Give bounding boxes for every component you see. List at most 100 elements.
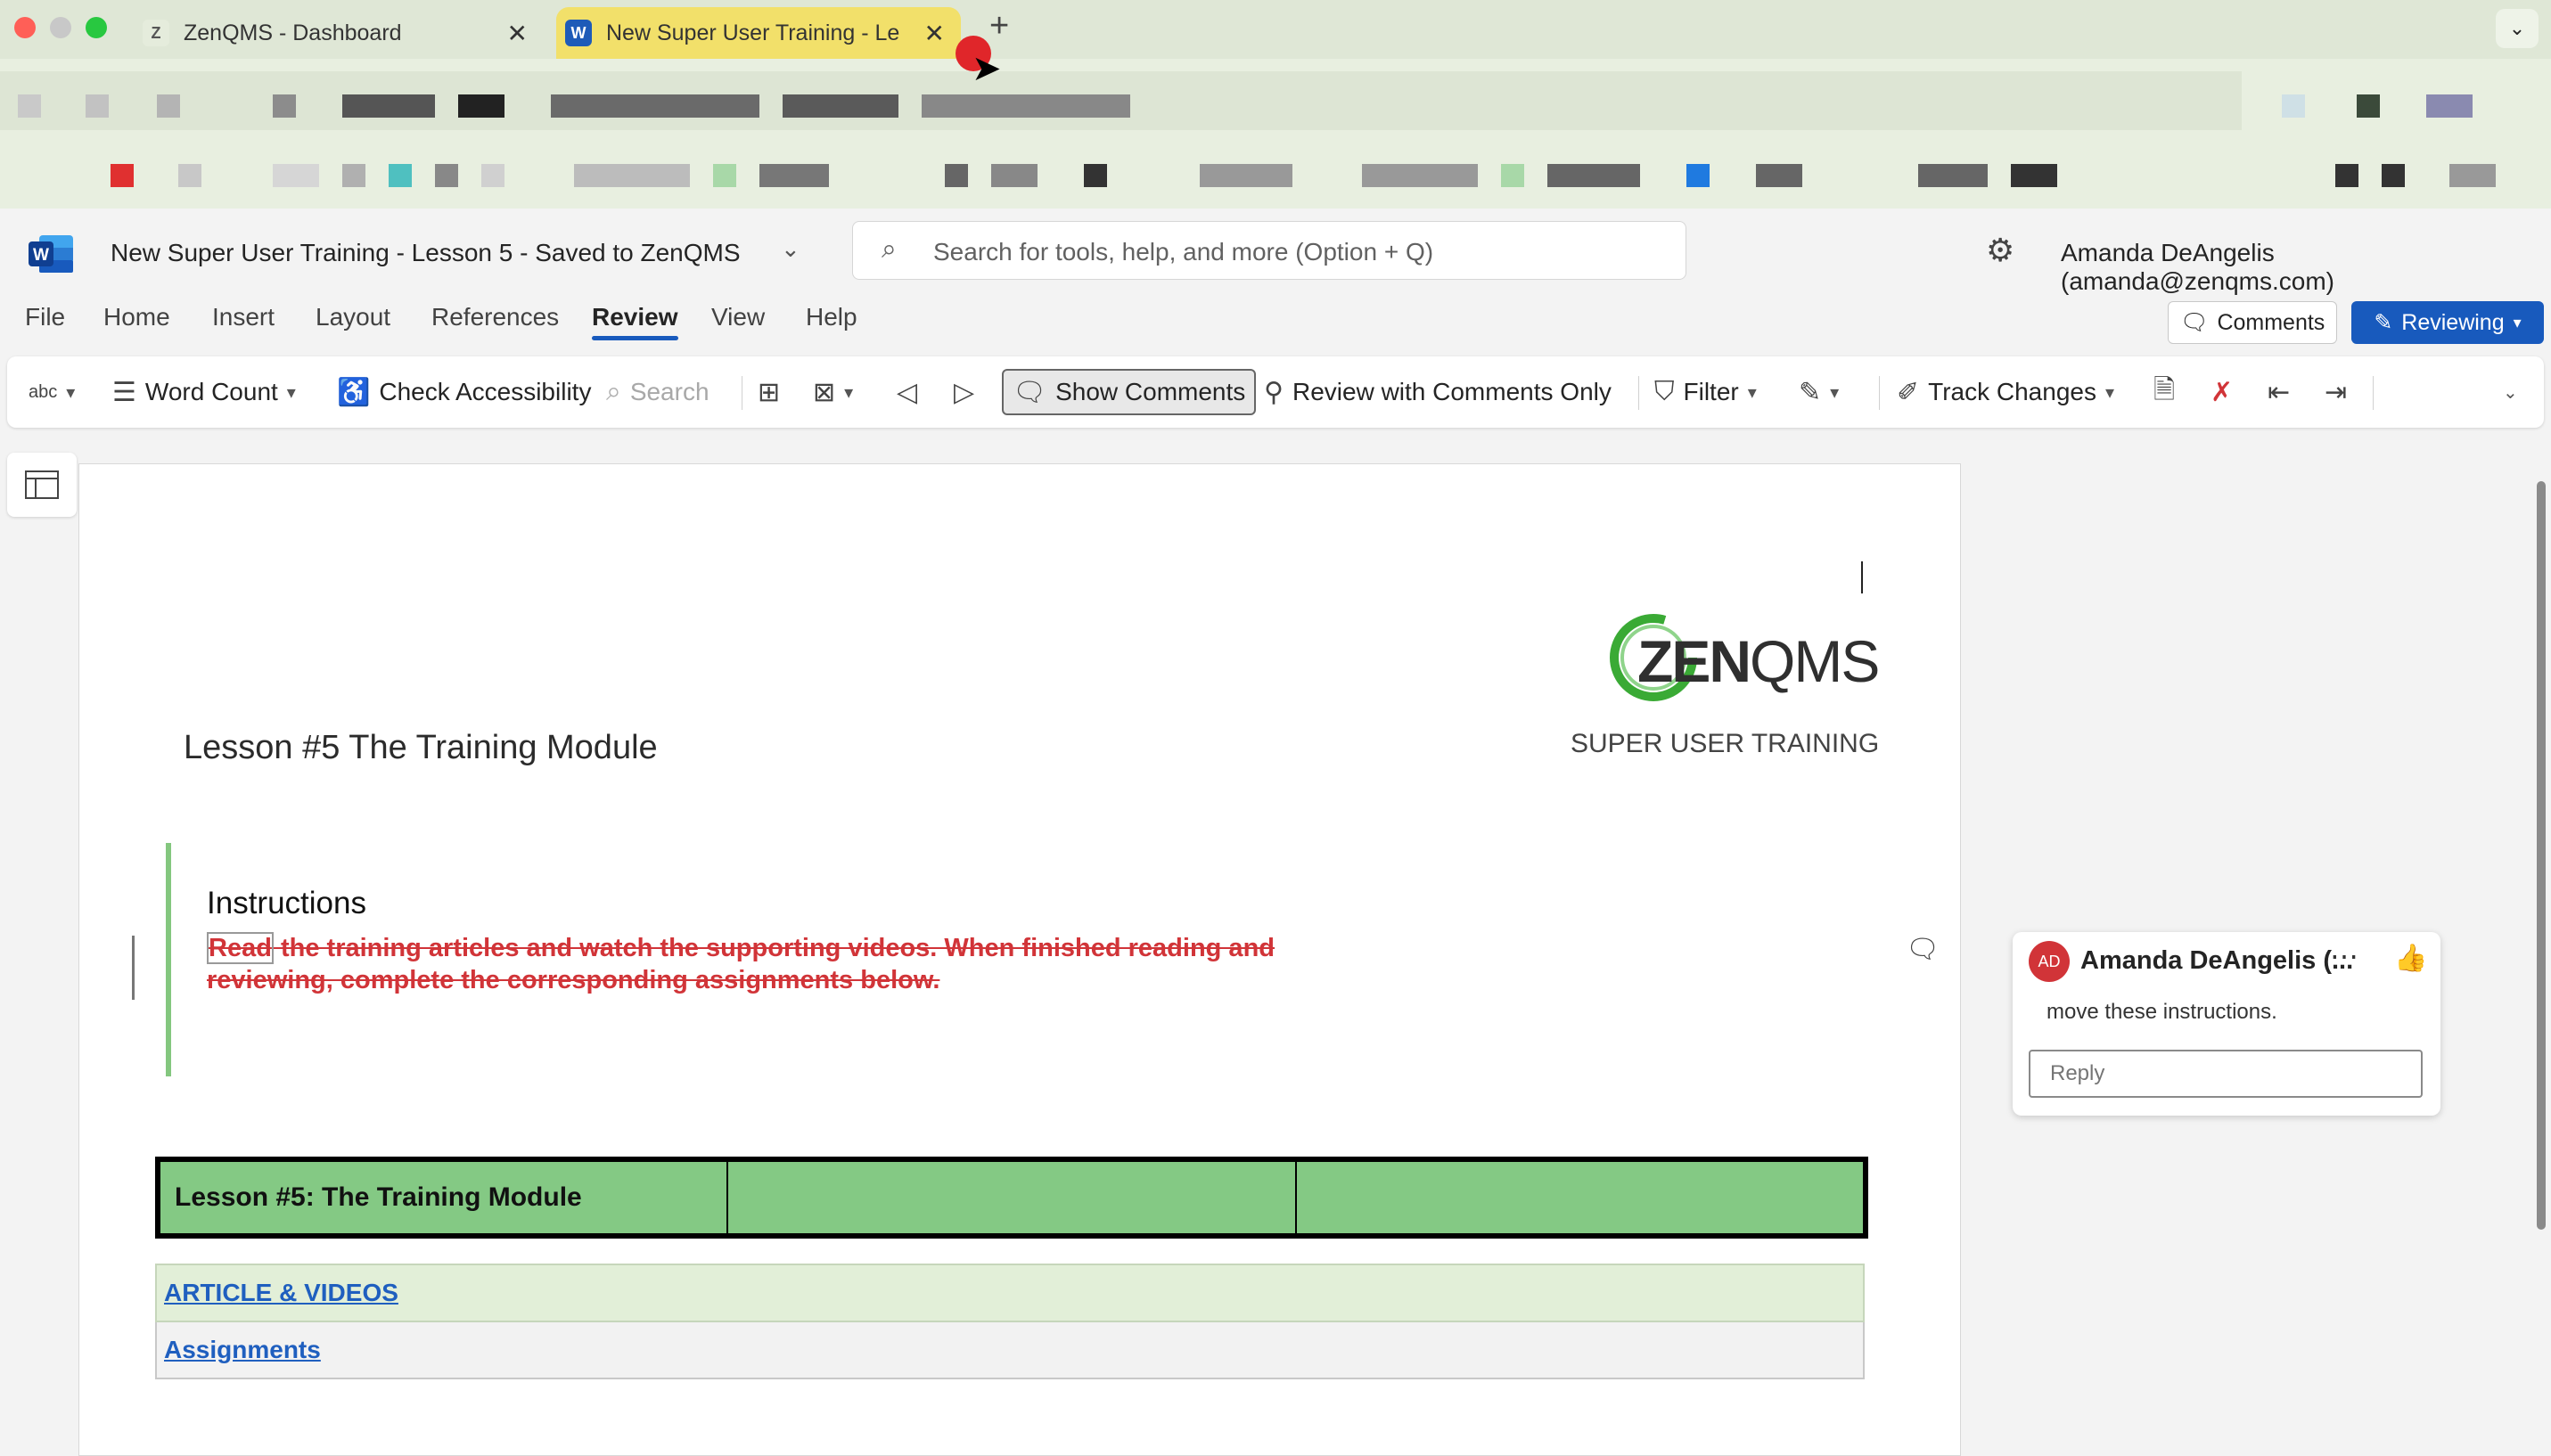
- document-title[interactable]: New Super User Training - Lesson 5 - Sav…: [111, 239, 741, 267]
- gear-icon[interactable]: ⚙: [1986, 232, 2014, 269]
- chevron-down-icon[interactable]: ⌄: [781, 235, 800, 263]
- bookmark-item[interactable]: [1501, 164, 1524, 187]
- bookmark-item[interactable]: [157, 94, 180, 118]
- reply-input[interactable]: [2029, 1050, 2423, 1098]
- bookmark-item[interactable]: [2282, 94, 2305, 118]
- bookmark-item[interactable]: [458, 94, 504, 118]
- bookmark-item[interactable]: [389, 164, 412, 187]
- chevron-down-icon: ▾: [2104, 382, 2115, 403]
- user-account[interactable]: Amanda DeAngelis (amanda@zenqms.com): [2061, 239, 2551, 296]
- delete-comment-button[interactable]: ⊠ ▾: [813, 369, 853, 415]
- next-comment-button[interactable]: ▷: [954, 369, 974, 415]
- minimize-window-button[interactable]: [50, 17, 71, 38]
- new-comment-button[interactable]: ⊞: [758, 369, 780, 415]
- previous-change-button[interactable]: ⇤: [2268, 369, 2290, 415]
- assignments-link[interactable]: Assignments: [164, 1336, 321, 1364]
- bookmark-item[interactable]: [342, 94, 435, 118]
- bookmark-item[interactable]: [1756, 164, 1802, 187]
- close-tab-icon[interactable]: ✕: [507, 19, 528, 48]
- comment-icon[interactable]: 🗨: [1906, 934, 1940, 965]
- like-icon[interactable]: 👍: [2394, 943, 2427, 974]
- bookmark-item[interactable]: [1084, 164, 1107, 187]
- bookmark-item[interactable]: [2335, 164, 2358, 187]
- spelling-button[interactable]: abc ▾: [29, 369, 75, 415]
- table-cell[interactable]: [728, 1162, 1297, 1233]
- bookmark-item[interactable]: [945, 164, 968, 187]
- tab-file[interactable]: File: [25, 303, 65, 331]
- chevron-down-icon: ▾: [1830, 382, 1840, 403]
- bookmark-item[interactable]: [342, 164, 365, 187]
- tab-help[interactable]: Help: [806, 303, 857, 331]
- show-comments-button[interactable]: 🗨 Show Comments: [1002, 369, 1257, 415]
- bookmark-item[interactable]: [2449, 164, 2496, 187]
- more-options-icon[interactable]: ⋯: [2330, 939, 2358, 973]
- tab-references[interactable]: References: [431, 303, 559, 331]
- previous-comment-button[interactable]: ◁: [897, 369, 917, 415]
- commented-word[interactable]: Read: [207, 932, 274, 964]
- reject-change-button[interactable]: ✗: [2211, 369, 2233, 415]
- bookmark-item[interactable]: [2011, 164, 2057, 187]
- bookmark-item[interactable]: [2382, 164, 2405, 187]
- accessibility-icon: ♿: [337, 377, 371, 407]
- next-change-button[interactable]: ⇥: [2325, 369, 2347, 415]
- comments-button[interactable]: 🗨 Comments: [2168, 301, 2337, 344]
- deleted-text[interactable]: Read the training articles and watch the…: [207, 932, 1366, 996]
- bookmark-item[interactable]: [922, 94, 1130, 118]
- bookmark-item[interactable]: [1918, 164, 1988, 187]
- tab-word-document[interactable]: W New Super User Training - Le ✕: [556, 7, 961, 59]
- bookmark-item[interactable]: [18, 94, 41, 118]
- bookmark-item[interactable]: [574, 164, 690, 187]
- bookmark-item[interactable]: [759, 164, 829, 187]
- tab-menu-button[interactable]: ⌄: [2496, 9, 2539, 48]
- reviewing-mode-button[interactable]: ✎ Reviewing ▾: [2351, 301, 2544, 344]
- track-changes-button[interactable]: ✐ Track Changes ▾: [1897, 369, 2114, 415]
- new-tab-button[interactable]: +: [989, 7, 1009, 45]
- table-cell[interactable]: Lesson #5: The Training Module: [160, 1162, 729, 1233]
- table-row: Assignments: [155, 1322, 1865, 1379]
- word-app-icon[interactable]: W: [29, 233, 75, 274]
- tab-insert[interactable]: Insert: [212, 303, 275, 331]
- bookmark-item[interactable]: [2426, 94, 2473, 118]
- vertical-scrollbar[interactable]: [2537, 481, 2546, 1230]
- markup-button[interactable]: ✎ ▾: [1799, 369, 1839, 415]
- bookmark-item[interactable]: [111, 164, 134, 187]
- tab-review[interactable]: Review: [592, 303, 678, 340]
- bookmark-item[interactable]: [1362, 164, 1478, 187]
- bookmark-item[interactable]: [991, 164, 1038, 187]
- bookmark-item[interactable]: [1200, 164, 1292, 187]
- filter-button[interactable]: ⛉ Filter ▾: [1654, 369, 1757, 415]
- review-with-comments-only-button[interactable]: ⚲ Review with Comments Only: [1264, 369, 1612, 415]
- bookmark-item[interactable]: [783, 94, 898, 118]
- bookmark-item[interactable]: [273, 164, 319, 187]
- bookmark-item[interactable]: [178, 164, 201, 187]
- bookmark-item[interactable]: [2357, 94, 2380, 118]
- zoom-window-button[interactable]: [86, 17, 107, 38]
- articles-videos-link[interactable]: ARTICLE & VIDEOS: [164, 1279, 398, 1307]
- tab-home[interactable]: Home: [103, 303, 170, 331]
- tab-layout[interactable]: Layout: [316, 303, 390, 331]
- table-cell[interactable]: [1297, 1162, 1863, 1233]
- close-tab-icon[interactable]: ✕: [924, 19, 945, 48]
- bookmark-item[interactable]: [86, 94, 109, 118]
- close-window-button[interactable]: [14, 17, 36, 38]
- bookmark-item[interactable]: [713, 164, 736, 187]
- word-count-button[interactable]: ☰ Word Count ▾: [112, 369, 296, 415]
- bookmark-item[interactable]: [481, 164, 504, 187]
- ribbon-expand-button[interactable]: ⌄: [2503, 369, 2518, 415]
- bookmark-item[interactable]: [1547, 164, 1640, 187]
- tab-zenqms-dashboard[interactable]: Z ZenQMS - Dashboard ✕: [134, 7, 544, 59]
- previous-change-icon: ⇤: [2268, 377, 2291, 407]
- check-accessibility-button[interactable]: ♿ Check Accessibility: [337, 369, 591, 415]
- bookmark-item[interactable]: [551, 94, 759, 118]
- navigation-pane-button[interactable]: [7, 453, 77, 517]
- bookmark-item[interactable]: [435, 164, 458, 187]
- search-button[interactable]: ⌕ Search: [606, 369, 710, 415]
- bookmark-item[interactable]: [1686, 164, 1710, 187]
- chevron-down-icon: ⌄: [2503, 382, 2518, 403]
- search-input[interactable]: ⌕ Search for tools, help, and more (Opti…: [852, 221, 1686, 280]
- comment-card[interactable]: AD Amanda DeAngelis (... ⋯ 👍 move these …: [2013, 932, 2440, 1116]
- tab-view[interactable]: View: [711, 303, 765, 331]
- bookmark-item[interactable]: [273, 94, 296, 118]
- chevron-down-icon[interactable]: ▾: [66, 381, 75, 404]
- accept-change-button[interactable]: 🗎: [2153, 369, 2175, 415]
